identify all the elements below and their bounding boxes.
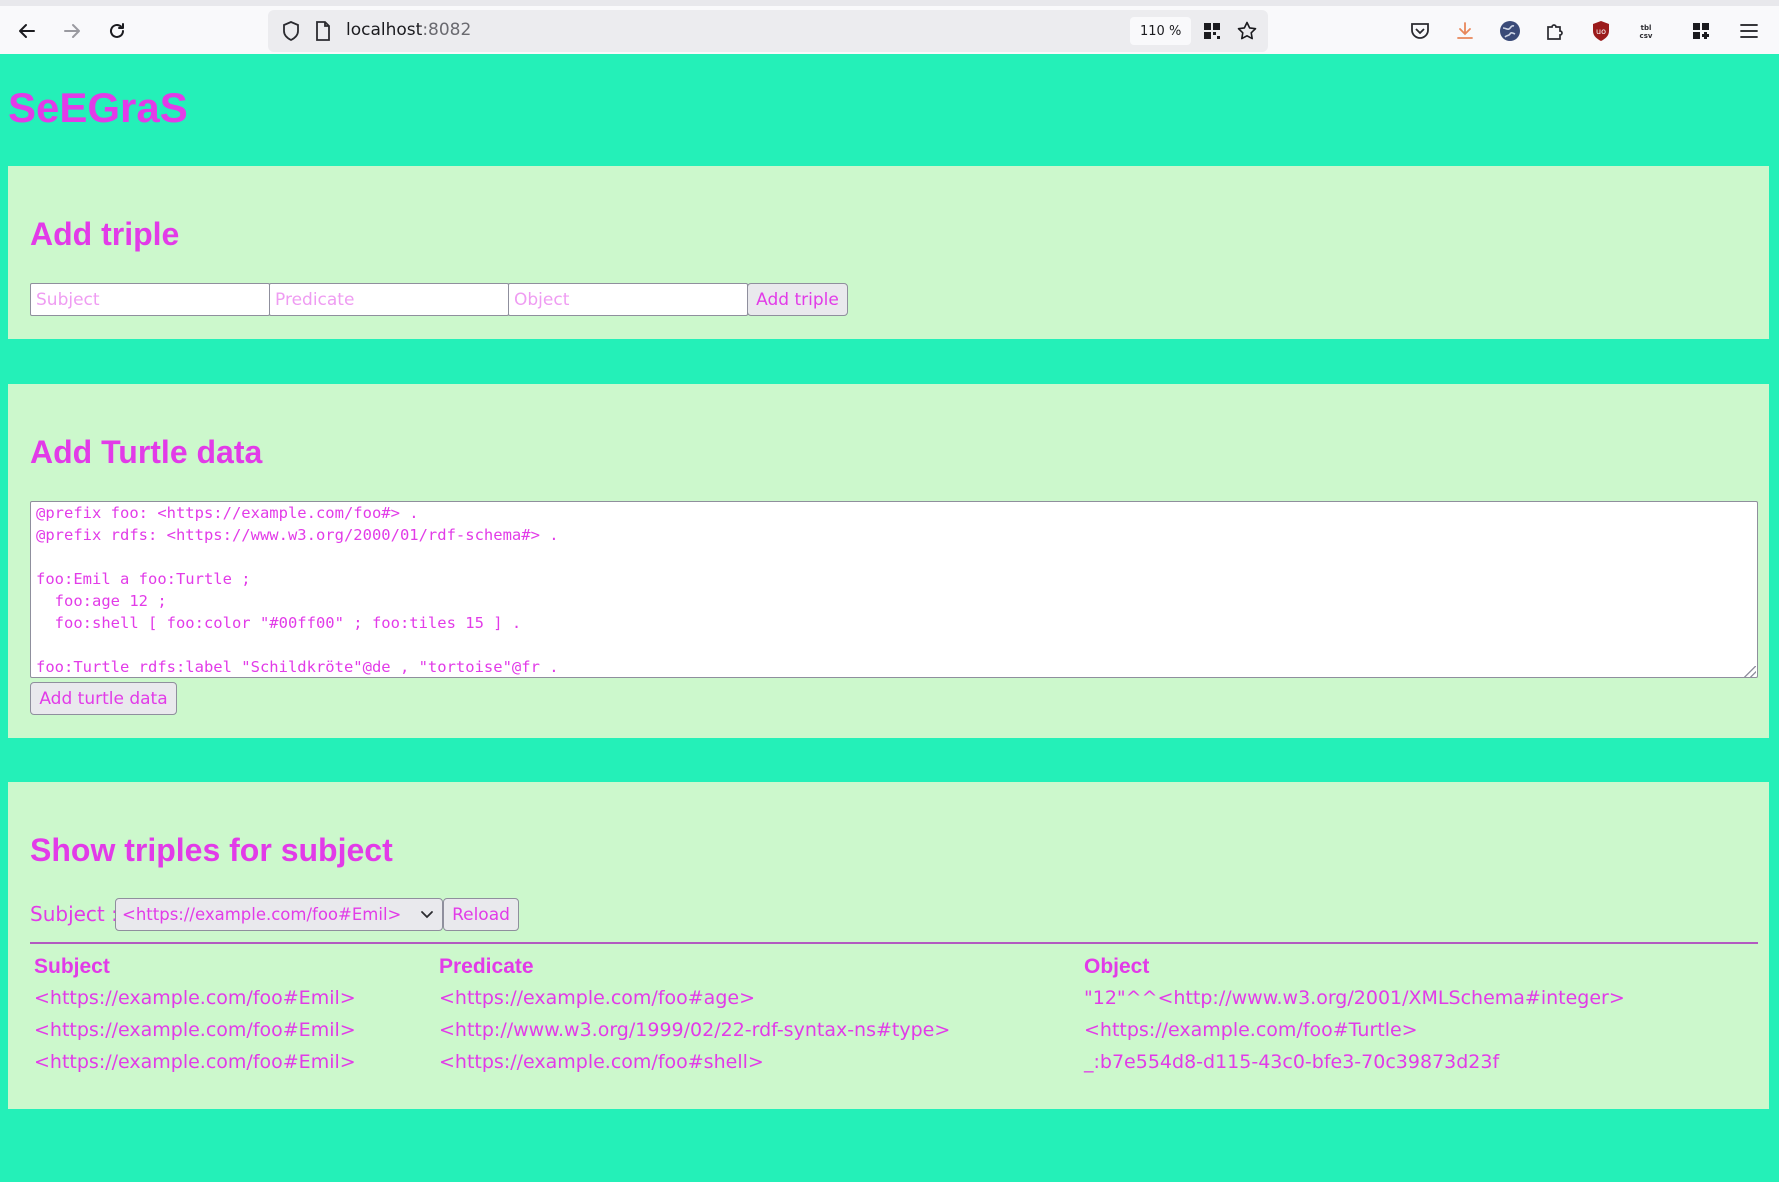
add-turtle-data-button[interactable]: Add turtle data	[30, 682, 177, 715]
subject-input[interactable]	[30, 283, 270, 316]
url-text[interactable]: localhost:8082	[346, 20, 471, 40]
table-header-row: Subject Predicate Object	[30, 952, 1758, 982]
turtle-data-textarea[interactable]: @prefix foo: <https://example.com/foo#> …	[30, 501, 1758, 678]
site-title: SeEGraS	[8, 84, 188, 131]
column-header-subject: Subject	[34, 955, 110, 978]
column-header-object: Object	[1084, 955, 1150, 978]
cell-subject: <https://example.com/foo#Emil>	[34, 1019, 356, 1041]
subject-select-value: <https://example.com/foo#Emil>	[122, 905, 402, 924]
svg-text:uo: uo	[1596, 27, 1606, 36]
column-header-predicate: Predicate	[439, 955, 534, 978]
url-bar[interactable]: localhost:8082 110 %	[268, 10, 1268, 52]
cell-predicate: <http://www.w3.org/1999/02/22-rdf-syntax…	[439, 1019, 951, 1041]
browser-toolbar: localhost:8082 110 % uo tbl csv	[0, 0, 1779, 54]
show-triples-heading: Show triples for subject	[30, 832, 393, 868]
back-button[interactable]	[10, 14, 44, 48]
add-turtle-panel: Add Turtle data @prefix foo: <https://ex…	[8, 384, 1769, 738]
subject-select[interactable]: <https://example.com/foo#Emil>	[115, 898, 443, 931]
chevron-down-icon	[420, 903, 434, 931]
download-icon[interactable]	[1450, 16, 1480, 46]
reload-button[interactable]	[100, 14, 134, 48]
add-triple-heading: Add triple	[30, 216, 180, 252]
url-port: :8082	[422, 20, 472, 40]
textarea-resize-handle[interactable]	[1744, 666, 1756, 678]
ublock-icon[interactable]: uo	[1586, 16, 1616, 46]
triples-table: Subject Predicate Object <https://exampl…	[30, 952, 1758, 1078]
arrow-right-icon	[64, 24, 80, 38]
table-row: <https://example.com/foo#Emil> <https://…	[30, 1046, 1758, 1078]
add-turtle-heading: Add Turtle data	[30, 434, 263, 470]
hamburger-menu-icon[interactable]	[1734, 16, 1764, 46]
forward-button[interactable]	[55, 14, 89, 48]
puzzle-icon[interactable]	[1540, 16, 1570, 46]
star-icon[interactable]	[1234, 18, 1260, 44]
qr-code-icon[interactable]	[1199, 18, 1225, 44]
shield-icon[interactable]	[278, 18, 304, 44]
cell-subject: <https://example.com/foo#Emil>	[34, 987, 356, 1009]
svg-text:tbl: tbl	[1641, 24, 1652, 32]
page-icon[interactable]	[310, 18, 336, 44]
cell-predicate: <https://example.com/foo#age>	[439, 987, 755, 1009]
divider	[30, 942, 1758, 944]
add-triple-button[interactable]: Add triple	[747, 283, 848, 316]
apps-icon[interactable]	[1686, 16, 1716, 46]
globe-icon[interactable]	[1495, 16, 1525, 46]
zoom-level-badge[interactable]: 110 %	[1130, 17, 1192, 45]
cell-predicate: <https://example.com/foo#shell>	[439, 1051, 764, 1073]
pocket-icon[interactable]	[1405, 16, 1435, 46]
show-triples-panel: Show triples for subject Subject : <http…	[8, 782, 1769, 1109]
predicate-input[interactable]	[269, 283, 509, 316]
subject-select-label: Subject :	[30, 902, 118, 926]
reload-icon	[110, 23, 124, 38]
add-triple-panel: Add triple Add triple	[8, 166, 1769, 339]
csv-icon[interactable]: tbl csv	[1631, 16, 1661, 46]
cell-subject: <https://example.com/foo#Emil>	[34, 1051, 356, 1073]
arrow-left-icon	[19, 24, 35, 38]
svg-text:csv: csv	[1640, 32, 1653, 40]
cell-object: <https://example.com/foo#Turtle>	[1084, 1019, 1418, 1041]
table-row: <https://example.com/foo#Emil> <http://w…	[30, 1014, 1758, 1046]
object-input[interactable]	[508, 283, 748, 316]
table-row: <https://example.com/foo#Emil> <https://…	[30, 982, 1758, 1014]
reload-button[interactable]: Reload	[443, 898, 519, 931]
url-host: localhost	[346, 20, 423, 40]
cell-object: "12"^^<http://www.w3.org/2001/XMLSchema#…	[1084, 987, 1625, 1009]
cell-object: _:b7e554d8-d115-43c0-bfe3-70c39873d23f	[1084, 1051, 1500, 1073]
